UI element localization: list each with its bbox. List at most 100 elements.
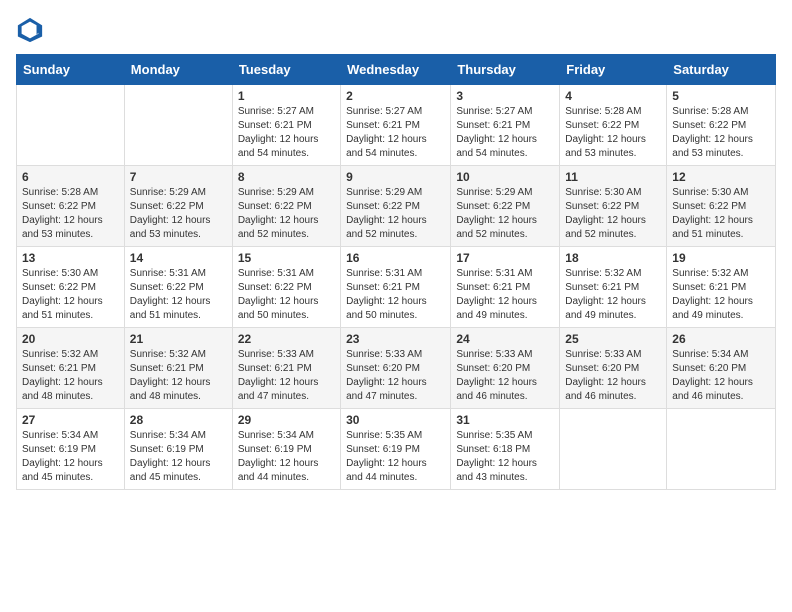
- calendar-cell: [560, 409, 667, 490]
- calendar-cell: 12 Sunrise: 5:30 AM Sunset: 6:22 PM Dayli…: [667, 166, 776, 247]
- day-info: Sunrise: 5:33 AM Sunset: 6:20 PM Dayligh…: [565, 348, 661, 404]
- day-number: 29: [238, 413, 335, 427]
- day-number: 17: [456, 251, 554, 265]
- day-number: 12: [672, 170, 770, 184]
- calendar-cell: 23 Sunrise: 5:33 AM Sunset: 6:20 PM Dayli…: [341, 328, 451, 409]
- day-number: 30: [346, 413, 445, 427]
- calendar-cell: 8 Sunrise: 5:29 AM Sunset: 6:22 PM Daylig…: [232, 166, 340, 247]
- calendar-cell: 29 Sunrise: 5:34 AM Sunset: 6:19 PM Dayli…: [232, 409, 340, 490]
- day-info: Sunrise: 5:31 AM Sunset: 6:22 PM Dayligh…: [130, 267, 227, 323]
- day-number: 8: [238, 170, 335, 184]
- day-number: 31: [456, 413, 554, 427]
- logo: [16, 16, 48, 44]
- day-info: Sunrise: 5:29 AM Sunset: 6:22 PM Dayligh…: [130, 186, 227, 242]
- calendar-week-row: 27 Sunrise: 5:34 AM Sunset: 6:19 PM Dayli…: [17, 409, 776, 490]
- day-number: 5: [672, 89, 770, 103]
- day-info: Sunrise: 5:33 AM Sunset: 6:21 PM Dayligh…: [238, 348, 335, 404]
- day-number: 6: [22, 170, 119, 184]
- calendar-cell: 31 Sunrise: 5:35 AM Sunset: 6:18 PM Dayli…: [451, 409, 560, 490]
- day-info: Sunrise: 5:27 AM Sunset: 6:21 PM Dayligh…: [238, 105, 335, 161]
- calendar-cell: 9Sunrise: 5:29 AM Sunset: 6:22 PM Daylig…: [341, 166, 451, 247]
- day-info: Sunrise: 5:27 AM Sunset: 6:21 PM Dayligh…: [456, 105, 554, 161]
- calendar-cell: 14 Sunrise: 5:31 AM Sunset: 6:22 PM Dayli…: [124, 247, 232, 328]
- logo-icon: [16, 16, 44, 44]
- calendar-cell: 18 Sunrise: 5:32 AM Sunset: 6:21 PM Dayli…: [560, 247, 667, 328]
- calendar-week-row: 13Sunrise: 5:30 AM Sunset: 6:22 PM Dayli…: [17, 247, 776, 328]
- day-number: 27: [22, 413, 119, 427]
- day-header-sunday: Sunday: [17, 55, 125, 85]
- calendar-cell: 5 Sunrise: 5:28 AM Sunset: 6:22 PM Daylig…: [667, 85, 776, 166]
- calendar-cell: 15 Sunrise: 5:31 AM Sunset: 6:22 PM Dayli…: [232, 247, 340, 328]
- day-number: 11: [565, 170, 661, 184]
- calendar-week-row: 1 Sunrise: 5:27 AM Sunset: 6:21 PM Daylig…: [17, 85, 776, 166]
- day-header-thursday: Thursday: [451, 55, 560, 85]
- day-info: Sunrise: 5:35 AM Sunset: 6:18 PM Dayligh…: [456, 429, 554, 485]
- day-number: 19: [672, 251, 770, 265]
- day-info: Sunrise: 5:31 AM Sunset: 6:22 PM Dayligh…: [238, 267, 335, 323]
- day-number: 1: [238, 89, 335, 103]
- day-info: Sunrise: 5:28 AM Sunset: 6:22 PM Dayligh…: [565, 105, 661, 161]
- calendar-cell: 11Sunrise: 5:30 AM Sunset: 6:22 PM Dayli…: [560, 166, 667, 247]
- day-number: 20: [22, 332, 119, 346]
- day-number: 15: [238, 251, 335, 265]
- day-number: 25: [565, 332, 661, 346]
- day-info: Sunrise: 5:27 AM Sunset: 6:21 PM Dayligh…: [346, 105, 445, 161]
- calendar-cell: 20 Sunrise: 5:32 AM Sunset: 6:21 PM Dayli…: [17, 328, 125, 409]
- day-header-saturday: Saturday: [667, 55, 776, 85]
- day-info: Sunrise: 5:34 AM Sunset: 6:19 PM Dayligh…: [238, 429, 335, 485]
- calendar-cell: 24 Sunrise: 5:33 AM Sunset: 6:20 PM Dayli…: [451, 328, 560, 409]
- day-number: 23: [346, 332, 445, 346]
- calendar-cell: 30Sunrise: 5:35 AM Sunset: 6:19 PM Dayli…: [341, 409, 451, 490]
- day-info: Sunrise: 5:29 AM Sunset: 6:22 PM Dayligh…: [456, 186, 554, 242]
- day-info: Sunrise: 5:30 AM Sunset: 6:22 PM Dayligh…: [672, 186, 770, 242]
- day-number: 24: [456, 332, 554, 346]
- day-info: Sunrise: 5:33 AM Sunset: 6:20 PM Dayligh…: [456, 348, 554, 404]
- calendar-cell: 7Sunrise: 5:29 AM Sunset: 6:22 PM Daylig…: [124, 166, 232, 247]
- day-number: 9: [346, 170, 445, 184]
- day-header-tuesday: Tuesday: [232, 55, 340, 85]
- calendar-cell: 22Sunrise: 5:33 AM Sunset: 6:21 PM Dayli…: [232, 328, 340, 409]
- calendar-cell: 1 Sunrise: 5:27 AM Sunset: 6:21 PM Daylig…: [232, 85, 340, 166]
- calendar-cell: 21Sunrise: 5:32 AM Sunset: 6:21 PM Dayli…: [124, 328, 232, 409]
- calendar-cell: 25 Sunrise: 5:33 AM Sunset: 6:20 PM Dayli…: [560, 328, 667, 409]
- day-number: 28: [130, 413, 227, 427]
- day-number: 26: [672, 332, 770, 346]
- calendar-week-row: 20 Sunrise: 5:32 AM Sunset: 6:21 PM Dayli…: [17, 328, 776, 409]
- calendar-cell: 27 Sunrise: 5:34 AM Sunset: 6:19 PM Dayli…: [17, 409, 125, 490]
- day-info: Sunrise: 5:33 AM Sunset: 6:20 PM Dayligh…: [346, 348, 445, 404]
- day-number: 18: [565, 251, 661, 265]
- day-header-friday: Friday: [560, 55, 667, 85]
- day-info: Sunrise: 5:29 AM Sunset: 6:22 PM Dayligh…: [238, 186, 335, 242]
- day-info: Sunrise: 5:32 AM Sunset: 6:21 PM Dayligh…: [22, 348, 119, 404]
- day-number: 14: [130, 251, 227, 265]
- calendar-cell: 2 Sunrise: 5:27 AM Sunset: 6:21 PM Daylig…: [341, 85, 451, 166]
- day-info: Sunrise: 5:30 AM Sunset: 6:22 PM Dayligh…: [22, 267, 119, 323]
- calendar: SundayMondayTuesdayWednesdayThursdayFrid…: [16, 54, 776, 490]
- calendar-cell: 16 Sunrise: 5:31 AM Sunset: 6:21 PM Dayli…: [341, 247, 451, 328]
- day-info: Sunrise: 5:31 AM Sunset: 6:21 PM Dayligh…: [346, 267, 445, 323]
- calendar-cell: 28 Sunrise: 5:34 AM Sunset: 6:19 PM Dayli…: [124, 409, 232, 490]
- day-number: 10: [456, 170, 554, 184]
- day-number: 21: [130, 332, 227, 346]
- calendar-cell: [124, 85, 232, 166]
- calendar-cell: 26 Sunrise: 5:34 AM Sunset: 6:20 PM Dayli…: [667, 328, 776, 409]
- day-number: 4: [565, 89, 661, 103]
- calendar-week-row: 6Sunrise: 5:28 AM Sunset: 6:22 PM Daylig…: [17, 166, 776, 247]
- day-number: 16: [346, 251, 445, 265]
- day-header-monday: Monday: [124, 55, 232, 85]
- day-info: Sunrise: 5:34 AM Sunset: 6:20 PM Dayligh…: [672, 348, 770, 404]
- calendar-cell: 17Sunrise: 5:31 AM Sunset: 6:21 PM Dayli…: [451, 247, 560, 328]
- day-info: Sunrise: 5:28 AM Sunset: 6:22 PM Dayligh…: [672, 105, 770, 161]
- day-info: Sunrise: 5:32 AM Sunset: 6:21 PM Dayligh…: [565, 267, 661, 323]
- calendar-cell: 4 Sunrise: 5:28 AM Sunset: 6:22 PM Daylig…: [560, 85, 667, 166]
- day-info: Sunrise: 5:34 AM Sunset: 6:19 PM Dayligh…: [130, 429, 227, 485]
- calendar-cell: [17, 85, 125, 166]
- day-header-wednesday: Wednesday: [341, 55, 451, 85]
- day-info: Sunrise: 5:34 AM Sunset: 6:19 PM Dayligh…: [22, 429, 119, 485]
- calendar-cell: 13Sunrise: 5:30 AM Sunset: 6:22 PM Dayli…: [17, 247, 125, 328]
- day-number: 2: [346, 89, 445, 103]
- calendar-header-row: SundayMondayTuesdayWednesdayThursdayFrid…: [17, 55, 776, 85]
- calendar-cell: 6Sunrise: 5:28 AM Sunset: 6:22 PM Daylig…: [17, 166, 125, 247]
- calendar-cell: 10 Sunrise: 5:29 AM Sunset: 6:22 PM Dayli…: [451, 166, 560, 247]
- calendar-cell: [667, 409, 776, 490]
